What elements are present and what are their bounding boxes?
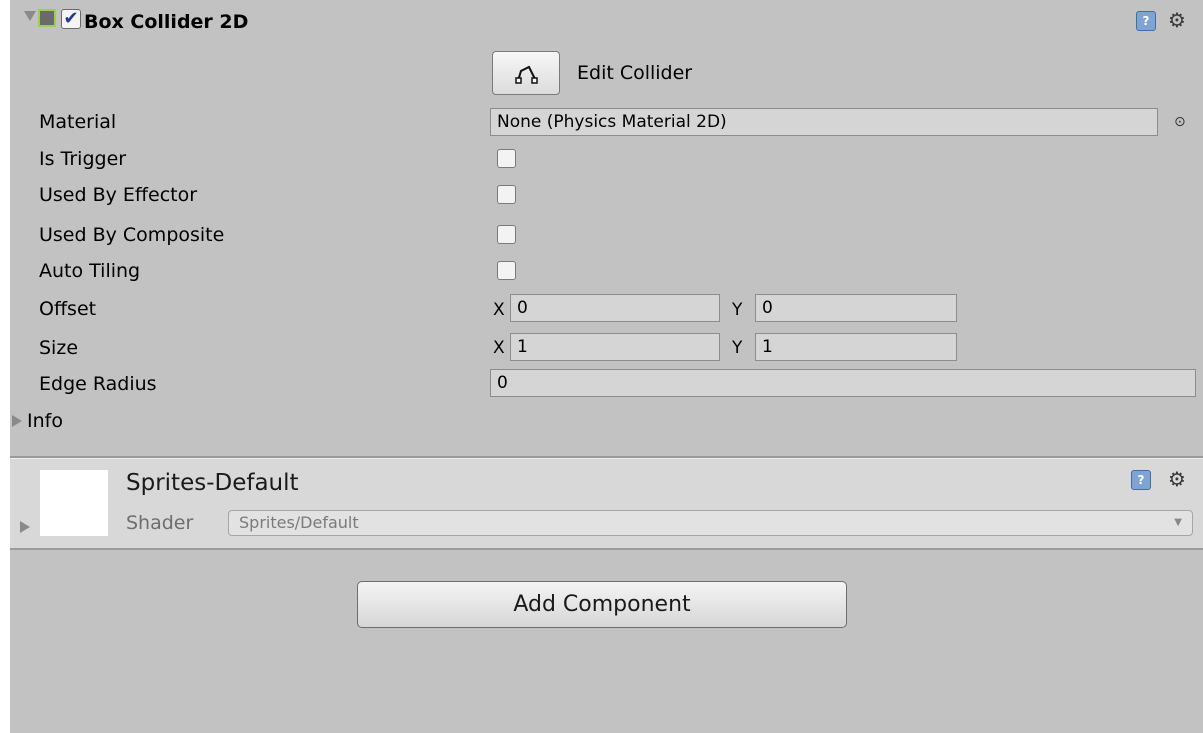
edge-radius-field[interactable]: 0 bbox=[490, 369, 1196, 397]
offset-y-axis-label: Y bbox=[732, 300, 743, 320]
material-label: Material bbox=[39, 111, 117, 133]
size-y-field[interactable]: 1 bbox=[755, 333, 957, 361]
material-preview-thumbnail bbox=[40, 470, 108, 536]
material-foldout-arrow-icon[interactable] bbox=[20, 521, 30, 533]
shader-dropdown[interactable]: Sprites/Default ▼ bbox=[228, 510, 1193, 536]
used-by-composite-label: Used By Composite bbox=[39, 224, 225, 246]
gear-icon[interactable]: ⚙ bbox=[1168, 10, 1186, 30]
auto-tiling-checkbox[interactable] bbox=[497, 261, 516, 280]
foldout-arrow-icon[interactable] bbox=[24, 11, 36, 21]
object-picker-icon[interactable]: ⊙ bbox=[1174, 115, 1186, 129]
material-divider bbox=[10, 548, 1203, 550]
edit-collider-label: Edit Collider bbox=[577, 62, 693, 84]
add-component-button[interactable]: Add Component bbox=[357, 581, 847, 628]
auto-tiling-label: Auto Tiling bbox=[39, 260, 141, 282]
material-field[interactable]: None (Physics Material 2D) bbox=[490, 108, 1158, 136]
is-trigger-label: Is Trigger bbox=[39, 148, 127, 170]
edit-collider-button[interactable] bbox=[492, 51, 560, 95]
shader-label: Shader bbox=[126, 512, 194, 534]
size-y-axis-label: Y bbox=[732, 338, 743, 358]
material-help-book-icon[interactable]: ? bbox=[1131, 470, 1151, 490]
used-by-effector-checkbox[interactable] bbox=[497, 185, 516, 204]
material-gear-icon[interactable]: ⚙ bbox=[1168, 469, 1186, 489]
material-top-highlight bbox=[10, 458, 1203, 459]
size-x-axis-label: X bbox=[493, 338, 505, 358]
offset-label: Offset bbox=[39, 298, 97, 320]
used-by-composite-checkbox[interactable] bbox=[497, 225, 516, 244]
component-enabled-checkbox[interactable]: ✔ bbox=[61, 9, 81, 29]
component-title: Box Collider 2D bbox=[84, 11, 249, 33]
help-book-icon[interactable]: ? bbox=[1136, 11, 1156, 31]
offset-x-field[interactable]: 0 bbox=[510, 294, 720, 322]
size-x-field[interactable]: 1 bbox=[510, 333, 720, 361]
inspector-panel: ✔ Box Collider 2D ? ⚙ Edit Collider Mate… bbox=[10, 0, 1203, 733]
info-foldout-arrow-icon[interactable] bbox=[12, 415, 22, 427]
used-by-effector-label: Used By Effector bbox=[39, 184, 198, 206]
dropdown-arrow-icon: ▼ bbox=[1174, 517, 1182, 528]
edit-shape-icon bbox=[515, 65, 538, 84]
offset-x-axis-label: X bbox=[493, 300, 505, 320]
shader-dropdown-value: Sprites/Default bbox=[239, 513, 359, 532]
material-name: Sprites-Default bbox=[126, 470, 299, 496]
edge-radius-label: Edge Radius bbox=[39, 373, 157, 395]
info-label[interactable]: Info bbox=[27, 410, 63, 432]
is-trigger-checkbox[interactable] bbox=[497, 149, 516, 168]
offset-y-field[interactable]: 0 bbox=[755, 294, 957, 322]
box-collider-icon bbox=[38, 9, 56, 27]
size-label: Size bbox=[39, 337, 79, 359]
